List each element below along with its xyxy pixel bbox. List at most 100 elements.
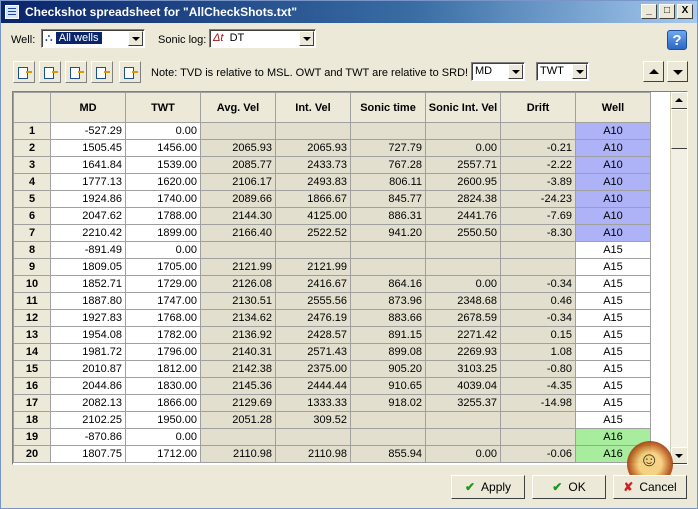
row-header[interactable]: 1 bbox=[13, 122, 51, 140]
table-row[interactable]: 14 1981.72 1796.00 2140.31 2571.43 899.08 2269… bbox=[13, 343, 651, 361]
table-row[interactable]: 4 1777.13 1620.00 2106.17 2493.83 806.11 2600.… bbox=[13, 173, 651, 191]
insert-above-icon[interactable] bbox=[39, 61, 61, 83]
well-select[interactable]: ⛬ All wells bbox=[41, 29, 145, 48]
cell-twt[interactable]: 1712.00 bbox=[125, 445, 201, 463]
row-header[interactable]: 15 bbox=[13, 360, 51, 378]
row-header[interactable]: 3 bbox=[13, 156, 51, 174]
col-header-twt[interactable]: TWT bbox=[125, 92, 201, 123]
maximize-button[interactable]: □ bbox=[659, 4, 675, 19]
insert-below-icon[interactable] bbox=[65, 61, 87, 83]
row-header[interactable]: 10 bbox=[13, 275, 51, 293]
cell-twt[interactable]: 1782.00 bbox=[125, 326, 201, 344]
depth-select[interactable]: MD bbox=[471, 62, 525, 81]
cell-well[interactable]: A15 bbox=[575, 258, 651, 276]
row-header[interactable]: 17 bbox=[13, 394, 51, 412]
row-header[interactable]: 20 bbox=[13, 445, 51, 463]
cell-md[interactable]: 1887.80 bbox=[50, 292, 126, 310]
checkshot-grid[interactable]: MD TWT Avg. Vel Int. Vel Sonic time Soni… bbox=[12, 91, 688, 465]
cell-md[interactable]: -527.29 bbox=[50, 122, 126, 140]
cell-twt[interactable]: 1812.00 bbox=[125, 360, 201, 378]
row-header[interactable]: 13 bbox=[13, 326, 51, 344]
insert-row-icon[interactable] bbox=[13, 61, 35, 83]
row-header[interactable]: 7 bbox=[13, 224, 51, 242]
cell-well[interactable]: A15 bbox=[575, 241, 651, 259]
cell-twt[interactable]: 1866.00 bbox=[125, 394, 201, 412]
cell-md[interactable]: 2010.87 bbox=[50, 360, 126, 378]
cell-twt[interactable]: 1899.00 bbox=[125, 224, 201, 242]
table-row[interactable]: 15 2010.87 1812.00 2142.38 2375.00 905.20 3103… bbox=[13, 360, 651, 378]
time-select[interactable]: TWT bbox=[536, 62, 589, 81]
move-up-button[interactable] bbox=[643, 61, 664, 82]
move-row-icon[interactable] bbox=[91, 61, 113, 83]
cell-twt[interactable]: 1830.00 bbox=[125, 377, 201, 395]
col-header-well[interactable]: Well bbox=[575, 92, 651, 123]
table-row[interactable]: 10 1852.71 1729.00 2126.08 2416.67 864.16 0.00… bbox=[13, 275, 651, 293]
table-row[interactable]: 19 -870.86 0.00 A16 bbox=[13, 428, 651, 446]
row-header[interactable]: 16 bbox=[13, 377, 51, 395]
cell-md[interactable]: 1927.83 bbox=[50, 309, 126, 327]
cell-twt[interactable]: 0.00 bbox=[125, 241, 201, 259]
cell-md[interactable]: -870.86 bbox=[50, 428, 126, 446]
cell-md[interactable]: 1954.08 bbox=[50, 326, 126, 344]
row-header[interactable]: 18 bbox=[13, 411, 51, 429]
col-header-int-vel[interactable]: Int. Vel bbox=[275, 92, 351, 123]
cell-md[interactable]: 1641.84 bbox=[50, 156, 126, 174]
table-row[interactable]: 20 1807.75 1712.00 2110.98 2110.98 855.94 0.00… bbox=[13, 445, 651, 463]
apply-button[interactable]: ✔ Apply bbox=[451, 475, 525, 499]
cell-twt[interactable]: 1456.00 bbox=[125, 139, 201, 157]
col-header-sonic-int-vel[interactable]: Sonic Int. Vel bbox=[425, 92, 501, 123]
row-header[interactable]: 19 bbox=[13, 428, 51, 446]
cell-well[interactable]: A10 bbox=[575, 173, 651, 191]
ok-button[interactable]: ✔ OK bbox=[532, 475, 606, 499]
help-button[interactable]: ? bbox=[667, 30, 687, 50]
col-header-md[interactable]: MD bbox=[50, 92, 126, 123]
vertical-scrollbar[interactable] bbox=[670, 92, 687, 464]
table-row[interactable]: 5 1924.86 1740.00 2089.66 1866.67 845.77 2824.… bbox=[13, 190, 651, 208]
cell-md[interactable]: 1981.72 bbox=[50, 343, 126, 361]
table-row[interactable]: 17 2082.13 1866.00 2129.69 1333.33 918.02 3255… bbox=[13, 394, 651, 412]
row-header[interactable]: 5 bbox=[13, 190, 51, 208]
cell-md[interactable]: 2044.86 bbox=[50, 377, 126, 395]
row-header[interactable]: 12 bbox=[13, 309, 51, 327]
table-row[interactable]: 16 2044.86 1830.00 2145.36 2444.44 910.65 4039… bbox=[13, 377, 651, 395]
scroll-down-icon[interactable] bbox=[671, 447, 687, 464]
cell-twt[interactable]: 1620.00 bbox=[125, 173, 201, 191]
table-row[interactable]: 12 1927.83 1768.00 2134.62 2476.19 883.66 2678… bbox=[13, 309, 651, 327]
cell-well[interactable]: A10 bbox=[575, 156, 651, 174]
cell-md[interactable]: 2210.42 bbox=[50, 224, 126, 242]
cell-twt[interactable]: 0.00 bbox=[125, 122, 201, 140]
table-row[interactable]: 13 1954.08 1782.00 2136.92 2428.57 891.15 2271… bbox=[13, 326, 651, 344]
table-row[interactable]: 11 1887.80 1747.00 2130.51 2555.56 873.96 2348… bbox=[13, 292, 651, 310]
close-button[interactable]: X bbox=[677, 4, 693, 19]
table-row[interactable]: 6 2047.62 1788.00 2144.30 4125.00 886.31 2441.… bbox=[13, 207, 651, 225]
row-header[interactable]: 11 bbox=[13, 292, 51, 310]
chevron-down-icon[interactable] bbox=[572, 64, 587, 79]
scroll-thumb[interactable] bbox=[671, 109, 687, 149]
cell-twt[interactable]: 1705.00 bbox=[125, 258, 201, 276]
cell-md[interactable]: 2047.62 bbox=[50, 207, 126, 225]
scroll-up-icon[interactable] bbox=[671, 92, 687, 109]
cell-well[interactable]: A10 bbox=[575, 122, 651, 140]
cancel-button[interactable]: ✘ Cancel bbox=[613, 475, 687, 499]
cell-well[interactable]: A15 bbox=[575, 360, 651, 378]
col-header-drift[interactable]: Drift bbox=[500, 92, 576, 123]
table-row[interactable]: 1 -527.29 0.00 A10 bbox=[13, 122, 651, 140]
cell-twt[interactable]: 1796.00 bbox=[125, 343, 201, 361]
row-header[interactable]: 4 bbox=[13, 173, 51, 191]
cell-well[interactable]: A15 bbox=[575, 326, 651, 344]
col-header-sonic-time[interactable]: Sonic time bbox=[350, 92, 426, 123]
row-header[interactable]: 14 bbox=[13, 343, 51, 361]
row-header[interactable]: 2 bbox=[13, 139, 51, 157]
cell-well[interactable]: A15 bbox=[575, 275, 651, 293]
row-header[interactable]: 9 bbox=[13, 258, 51, 276]
cell-well[interactable]: A10 bbox=[575, 190, 651, 208]
row-header[interactable]: 8 bbox=[13, 241, 51, 259]
cell-twt[interactable]: 1747.00 bbox=[125, 292, 201, 310]
cell-md[interactable]: 1809.05 bbox=[50, 258, 126, 276]
table-row[interactable]: 2 1505.45 1456.00 2065.93 2065.93 727.79 0.00-… bbox=[13, 139, 651, 157]
table-row[interactable]: 8 -891.49 0.00 A15 bbox=[13, 241, 651, 259]
cell-twt[interactable]: 1768.00 bbox=[125, 309, 201, 327]
cell-well[interactable]: A15 bbox=[575, 343, 651, 361]
cell-md[interactable]: 1852.71 bbox=[50, 275, 126, 293]
cell-well[interactable]: A15 bbox=[575, 292, 651, 310]
